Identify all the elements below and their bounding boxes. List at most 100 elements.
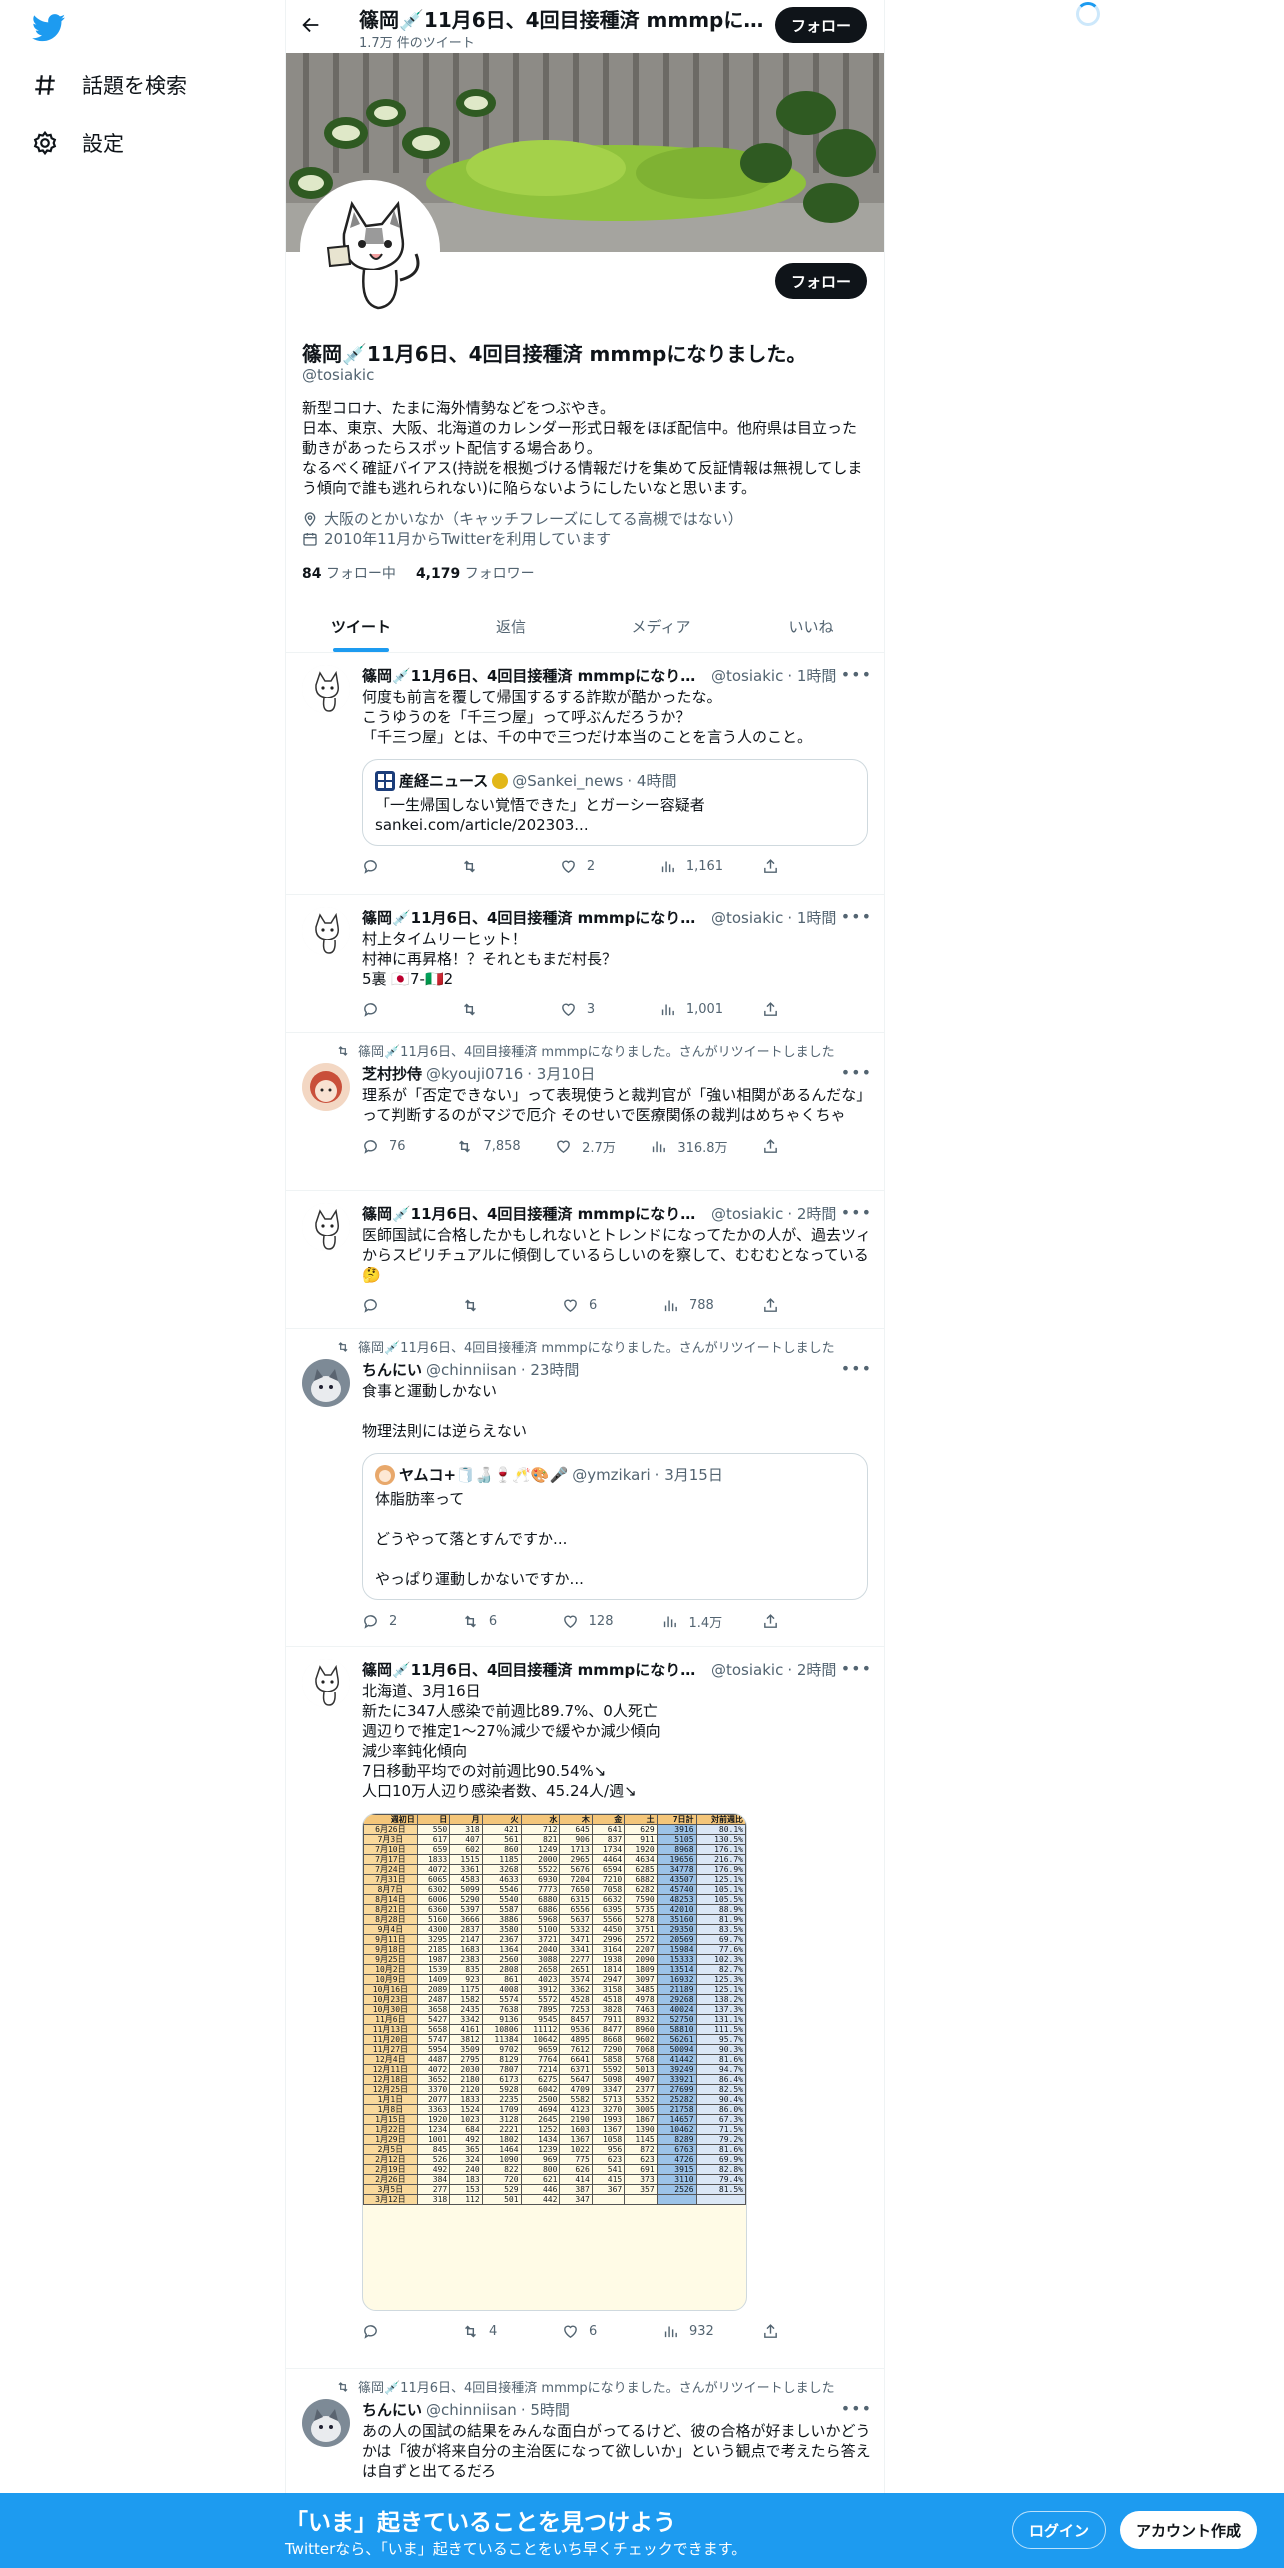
table-cell: 3128 [481, 2114, 522, 2125]
table-cell: 5332 [559, 1924, 593, 1935]
tweet-author-handle[interactable]: @tosiakic [711, 909, 783, 927]
location-pin-icon [304, 511, 316, 527]
tweet-author-name[interactable]: 篠岡💉11月6日、4回目接種済 mmmpになりました。 [362, 907, 707, 928]
views-button[interactable]: 1,001 [659, 1001, 723, 1018]
views-button[interactable]: 788 [662, 1297, 722, 1314]
retweet-button[interactable] [461, 1001, 521, 1018]
like-button[interactable]: 3 [560, 1001, 620, 1018]
signup-button[interactable]: アカウント作成 [1120, 2511, 1258, 2549]
tweet-author-handle[interactable]: @tosiakic [711, 667, 783, 685]
heart-icon [563, 1615, 577, 1629]
retweet-button[interactable]: 7,858 [456, 1137, 521, 1156]
nav-explore[interactable]: 話題を検索 [32, 70, 187, 100]
share-button[interactable] [762, 1297, 822, 1314]
tweet[interactable]: 篠岡💉11月6日、4回目接種済 mmmpになりました。さんがリツイートしました … [286, 1329, 884, 1647]
reply-button[interactable]: 76 [362, 1137, 422, 1156]
like-button[interactable]: 6 [562, 1297, 622, 1314]
reply-button[interactable] [362, 2323, 422, 2340]
tweet-author-handle[interactable]: @tosiakic [711, 1205, 783, 1223]
retweeted-by-text[interactable]: 篠岡💉11月6日、4回目接種済 mmmpになりました。さんがリツイートしました [358, 1041, 835, 1060]
topbar-follow-button[interactable]: フォロー [775, 7, 868, 43]
tweet-time[interactable]: · 1時間 [787, 907, 836, 928]
views-button[interactable]: 1.4万 [661, 1612, 722, 1631]
like-button[interactable]: 128 [562, 1612, 622, 1631]
tweet-time[interactable]: · 3月10日 [527, 1063, 595, 1084]
tweet-image-spreadsheet[interactable]: 週初日日月火水木金土 7日計 対前週比 6月26日 550 318 421 712 645 64… [362, 1813, 747, 2311]
retweet-button[interactable] [461, 858, 521, 875]
tab-likes[interactable]: いいね [736, 600, 884, 652]
profile-follow-button[interactable]: フォロー [775, 263, 868, 299]
tweet-author-name[interactable]: ちんにい [362, 2399, 422, 2420]
like-button[interactable]: 2.7万 [555, 1137, 616, 1156]
tweet-author-name[interactable]: 篠岡💉11月6日、4回目接種済 mmmpになりました。 [362, 1659, 707, 1680]
more-options-icon[interactable]: ••• [841, 1659, 872, 1678]
tweet-author-handle[interactable]: @kyouji0716 [426, 1065, 523, 1083]
profile-avatar[interactable] [300, 180, 440, 320]
more-options-icon[interactable]: ••• [841, 1063, 872, 1082]
share-button[interactable] [762, 858, 822, 875]
more-options-icon[interactable]: ••• [841, 1203, 872, 1222]
tweet-author-name[interactable]: 篠岡💉11月6日、4回目接種済 mmmpになりました。 [362, 665, 707, 686]
reply-button[interactable] [362, 858, 422, 875]
tweet-time[interactable]: · 2時間 [787, 1659, 836, 1680]
tweet-avatar[interactable] [302, 2399, 350, 2447]
tweet-time[interactable]: · 23時間 [521, 1359, 580, 1380]
tweet-time[interactable]: · 5時間 [521, 2399, 570, 2420]
tweet-avatar[interactable] [302, 1359, 350, 1407]
views-button[interactable]: 316.8万 [650, 1137, 728, 1156]
tweet-time[interactable]: · 1時間 [787, 665, 836, 686]
like-button[interactable]: 6 [562, 2323, 622, 2340]
following-link[interactable]: 84 フォロー中 [302, 563, 396, 583]
retweet-button[interactable]: 6 [462, 1612, 522, 1631]
tweet-avatar[interactable] [302, 1659, 350, 1707]
table-cell: 7月24日 [363, 1864, 418, 1875]
tweet[interactable]: 篠岡💉11月6日、4回目接種済 mmmpになりました。 @tosiakic · … [286, 895, 884, 1033]
tweet-author-name[interactable]: ちんにい [362, 1359, 422, 1380]
share-button[interactable] [762, 1001, 822, 1018]
tweet[interactable]: 篠岡💉11月6日、4回目接種済 mmmpになりました。さんがリツイートしました … [286, 2369, 884, 2509]
tweet-avatar[interactable] [302, 1203, 350, 1251]
tweet[interactable]: 篠岡💉11月6日、4回目接種済 mmmpになりました。 @tosiakic · … [286, 1191, 884, 1329]
tweet[interactable]: 篠岡💉11月6日、4回目接種済 mmmpになりました。さんがリツイートしました … [286, 1033, 884, 1191]
more-options-icon[interactable]: ••• [841, 907, 872, 926]
tweet-time[interactable]: · 2時間 [787, 1203, 836, 1224]
retweeted-by-text[interactable]: 篠岡💉11月6日、4回目接種済 mmmpになりました。さんがリツイートしました [358, 2377, 835, 2396]
more-options-icon[interactable]: ••• [841, 1359, 872, 1378]
reply-button[interactable]: 2 [362, 1612, 422, 1631]
twitter-logo-icon[interactable] [32, 14, 66, 42]
tab-tweets[interactable]: ツイート [286, 600, 436, 652]
back-arrow-icon[interactable] [300, 14, 322, 36]
table-cell: 12月25日 [363, 2084, 418, 2095]
views-button[interactable]: 1,161 [659, 858, 723, 875]
tab-media[interactable]: メディア [586, 600, 736, 652]
tweet-author-handle[interactable]: @chinniisan [426, 1361, 517, 1379]
share-button[interactable] [762, 1137, 822, 1156]
like-button[interactable]: 2 [560, 858, 620, 875]
nav-settings[interactable]: 設定 [32, 128, 124, 158]
quoted-tweet[interactable]: ヤムコ+🧻🍶🍷🥂🎨🎤 @ymzikari · 3月15日 体脂肪率って どうやっ… [362, 1453, 868, 1600]
retweet-button[interactable]: 4 [462, 2323, 522, 2340]
share-button[interactable] [762, 1612, 822, 1631]
retweet-button[interactable] [462, 1297, 522, 1314]
tweet-author-name[interactable]: 篠岡💉11月6日、4回目接種済 mmmpになりました。 [362, 1203, 707, 1224]
share-button[interactable] [762, 2323, 822, 2340]
tweet[interactable]: 篠岡💉11月6日、4回目接種済 mmmpになりました。 @tosiakic · … [286, 1647, 884, 2369]
quoted-tweet-header: 産経ニュース @Sankei_news · 4時間 [375, 770, 855, 791]
login-button[interactable]: ログイン [1012, 2511, 1107, 2549]
tweet-author-name[interactable]: 芝村抄侍 [362, 1063, 422, 1084]
tweet-avatar[interactable] [302, 665, 350, 713]
more-options-icon[interactable]: ••• [841, 2399, 872, 2418]
retweeted-by-text[interactable]: 篠岡💉11月6日、4回目接種済 mmmpになりました。さんがリツイートしました [358, 1337, 835, 1356]
more-options-icon[interactable]: ••• [841, 665, 872, 684]
tweet-avatar[interactable] [302, 907, 350, 955]
tweet-author-handle[interactable]: @chinniisan [426, 2401, 517, 2419]
followers-link[interactable]: 4,179 フォロワー [416, 563, 535, 583]
quoted-tweet[interactable]: 産経ニュース @Sankei_news · 4時間 「一生帰国しない覚悟できた」… [362, 759, 868, 846]
reply-button[interactable] [362, 1297, 422, 1314]
tab-replies[interactable]: 返信 [436, 600, 586, 652]
tweet-author-handle[interactable]: @tosiakic [711, 1661, 783, 1679]
reply-button[interactable] [362, 1001, 422, 1018]
tweet-avatar[interactable] [302, 1063, 350, 1111]
views-button[interactable]: 932 [662, 2323, 722, 2340]
tweet[interactable]: 篠岡💉11月6日、4回目接種済 mmmpになりました。 @tosiakic · … [286, 653, 884, 895]
